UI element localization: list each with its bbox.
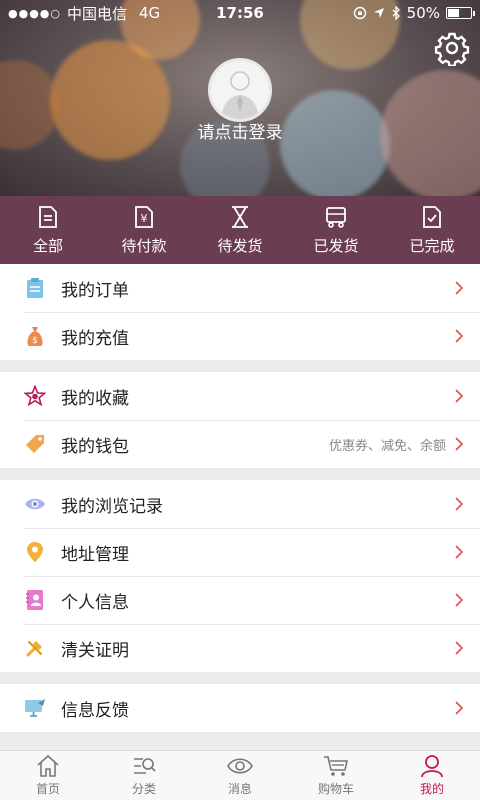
menu-item-label: 信息反馈 [61, 700, 129, 721]
eye-icon [227, 758, 253, 774]
order-tab-pending-shipment[interactable]: 待发货 [192, 196, 288, 264]
menu-item-feedback[interactable]: 信息反馈 [0, 684, 480, 732]
chevron-right-icon [455, 389, 464, 403]
hourglass-icon [232, 205, 248, 228]
section-divider [0, 360, 480, 372]
carrier-label: 中国电信 [67, 4, 128, 23]
menu-item-my-orders[interactable]: 我的订单 [0, 264, 480, 312]
network-label: 4G [139, 4, 161, 22]
chevron-right-icon [455, 497, 464, 511]
tab-label: 消息 [227, 782, 252, 796]
order-tab-label: 全部 [32, 236, 63, 255]
menu-item-address-management[interactable]: 地址管理 [0, 528, 480, 576]
signal-icon: ●●●●○ [8, 6, 61, 20]
menu-item-browse-history[interactable]: 我的浏览记录 [0, 480, 480, 528]
tab-label: 购物车 [317, 782, 354, 796]
star-icon [24, 385, 46, 407]
svg-text:$: $ [32, 336, 38, 346]
menu-group-orders: 我的订单 $ 我的充值 [0, 264, 480, 360]
tab-label: 我的 [419, 782, 444, 796]
wallet-note: 优惠券、减免、余额 [328, 438, 446, 454]
menu-item-label: 我的钱包 [61, 436, 129, 457]
menu-list: 我的订单 $ 我的充值 我的收藏 我的钱包 优惠券、减免、余额 我的浏览记录 地… [0, 264, 480, 732]
tab-messages[interactable]: 消息 [192, 751, 288, 800]
truck-icon [326, 206, 346, 228]
bluetooth-icon [392, 6, 400, 20]
category-search-icon [134, 758, 156, 774]
menu-group-feedback: 信息反馈 [0, 684, 480, 732]
cart-icon [324, 756, 348, 776]
menu-item-label: 我的浏览记录 [61, 496, 163, 517]
chevron-right-icon [455, 437, 464, 451]
menu-item-label: 我的收藏 [61, 388, 129, 409]
checked-document-icon [423, 205, 441, 228]
order-tab-all[interactable]: 全部 [0, 196, 96, 264]
svg-text:¥: ¥ [141, 212, 148, 225]
chevron-right-icon [455, 329, 464, 343]
menu-item-label: 个人信息 [61, 592, 129, 613]
document-icon [39, 205, 57, 228]
order-tab-pending-payment[interactable]: ¥ 待付款 [96, 196, 192, 264]
order-tab-shipped[interactable]: 已发货 [288, 196, 384, 264]
section-divider [0, 672, 480, 684]
default-user-icon [221, 71, 259, 119]
chevron-right-icon [455, 593, 464, 607]
bottom-tab-bar: 首页 分类 消息 购物车 我的 [0, 750, 480, 800]
chevron-right-icon [455, 641, 464, 655]
section-divider [0, 468, 480, 480]
menu-item-my-favorites[interactable]: 我的收藏 [0, 372, 480, 420]
user-icon [421, 755, 443, 778]
home-icon [37, 754, 59, 777]
chevron-right-icon [455, 701, 464, 715]
contact-card-icon [24, 589, 46, 611]
menu-group-favorites: 我的收藏 我的钱包 优惠券、减免、余额 [0, 372, 480, 468]
tab-home[interactable]: 首页 [0, 751, 96, 800]
payment-icon: ¥ [135, 205, 153, 228]
eye-icon [24, 493, 46, 515]
menu-item-label: 我的订单 [61, 280, 129, 301]
tab-mine[interactable]: 我的 [384, 751, 480, 800]
menu-item-customs-clearance[interactable]: 清关证明 [0, 624, 480, 672]
monitor-icon [24, 697, 46, 719]
settings-gear-icon[interactable] [434, 30, 470, 66]
order-tab-label: 已发货 [313, 236, 359, 255]
menu-group-account: 我的浏览记录 地址管理 个人信息 清关证明 [0, 480, 480, 672]
battery-level [448, 9, 459, 17]
profile-header: ●●●●○ 中国电信 4G 17:56 50% 请点击登录 [0, 0, 480, 196]
tab-cart[interactable]: 购物车 [288, 751, 384, 800]
order-tab-completed[interactable]: 已完成 [384, 196, 480, 264]
login-prompt[interactable]: 请点击登录 [0, 118, 480, 143]
menu-item-label: 我的充值 [61, 328, 129, 349]
status-bar: ●●●●○ 中国电信 4G 17:56 50% [0, 0, 480, 26]
menu-item-my-recharge[interactable]: $ 我的充值 [0, 312, 480, 360]
tab-label: 首页 [35, 782, 60, 796]
order-tab-label: 待付款 [121, 236, 167, 255]
tab-category[interactable]: 分类 [96, 751, 192, 800]
menu-item-my-wallet[interactable]: 我的钱包 优惠券、减免、余额 [0, 420, 480, 468]
battery-icon [446, 7, 475, 19]
menu-item-personal-info[interactable]: 个人信息 [0, 576, 480, 624]
order-status-bar: 全部 ¥ 待付款 待发货 已发货 已完成 [0, 196, 480, 264]
tab-label: 分类 [131, 782, 156, 796]
chevron-right-icon [455, 545, 464, 559]
tools-icon [24, 637, 46, 659]
chevron-right-icon [455, 281, 464, 295]
battery-percent: 50% [406, 4, 440, 22]
order-tab-label: 已完成 [409, 236, 455, 255]
menu-item-label: 清关证明 [61, 640, 129, 661]
clipboard-icon [24, 277, 46, 299]
avatar[interactable] [208, 58, 272, 122]
location-icon [373, 8, 384, 18]
rotation-lock-icon [353, 6, 366, 20]
location-pin-icon [24, 541, 46, 563]
menu-item-label: 地址管理 [61, 544, 129, 565]
tag-icon [24, 433, 46, 455]
order-tab-label: 待发货 [217, 236, 263, 255]
money-bag-icon: $ [24, 325, 46, 347]
bokeh-light [280, 90, 390, 196]
